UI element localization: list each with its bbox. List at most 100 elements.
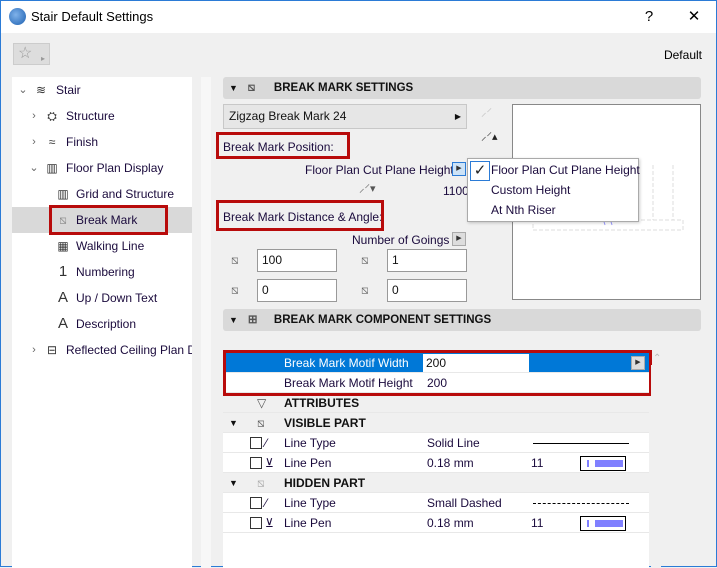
- collapse-triangle-icon: ▼: [229, 478, 238, 488]
- close-button[interactable]: ✕: [679, 5, 709, 29]
- break-mark-type-dropdown[interactable]: Zigzag Break Mark 24 ▶: [223, 104, 467, 129]
- highlight-box: [223, 350, 652, 396]
- tree-item-structure[interactable]: › ⛭ Structure: [12, 103, 192, 129]
- pen-icon: ⊻: [265, 516, 274, 530]
- preset-name: Default: [663, 48, 702, 62]
- row-label: Line Type: [284, 436, 336, 450]
- list-row-line-pen[interactable]: ⊻ Line Pen 0.18 mm 11: [223, 513, 649, 533]
- dashed-line-preview: [533, 503, 629, 504]
- grid-icon: ▥: [57, 187, 69, 201]
- height-value: 1100: [443, 184, 469, 198]
- tree-label: Description: [76, 317, 137, 331]
- group-title: VISIBLE PART: [284, 416, 366, 430]
- finish-icon: ≈: [48, 135, 56, 149]
- tree-item-reflected-ceiling-plan[interactable]: › ⊟ Reflected Ceiling Plan Di: [12, 337, 192, 363]
- collapse-triangle-icon: ▼: [229, 315, 238, 325]
- tree-label: Finish: [66, 135, 99, 149]
- numbering-icon: 1: [58, 263, 68, 280]
- chevron-down-icon[interactable]: ⌄: [18, 77, 28, 103]
- scroll-up-arrow-icon[interactable]: ⌃: [653, 353, 661, 364]
- break-mark-style-icon-2[interactable]: ⸝⸍▴: [481, 129, 498, 144]
- attributes-header: ▽ ATTRIBUTES: [223, 393, 649, 413]
- component-settings-header[interactable]: ▼ ⊞ BREAK MARK COMPONENT SETTINGS: [223, 309, 701, 331]
- distance-input[interactable]: 100: [257, 249, 337, 272]
- menu-item-floor-plan-cut-plane-height[interactable]: Floor Plan Cut Plane Height: [491, 163, 640, 177]
- checkbox[interactable]: [250, 517, 262, 529]
- tree-item-finish[interactable]: › ≈ Finish: [12, 129, 192, 155]
- walking-line-icon: ▦: [57, 239, 69, 253]
- break-mark-icon: ⧅: [257, 476, 265, 490]
- row-label: Line Pen: [284, 456, 332, 470]
- highlight-box: [49, 205, 168, 235]
- line-type-icon: ⁄: [265, 436, 268, 450]
- tree-label: Structure: [66, 109, 115, 123]
- checkbox[interactable]: [250, 497, 262, 509]
- collapse-triangle-icon: ▼: [229, 83, 238, 93]
- attributes-icon: ▽: [257, 396, 267, 410]
- list-row-line-pen[interactable]: ⊻ Line Pen 0.18 mm 11: [223, 453, 649, 473]
- tree-item-grid-and-structure[interactable]: ▥ Grid and Structure: [12, 181, 192, 207]
- offset-input[interactable]: 0: [257, 279, 337, 302]
- break-mark-icon: ⧅: [247, 82, 256, 94]
- chevron-right-icon[interactable]: ›: [29, 129, 39, 155]
- menu-item-custom-height[interactable]: Custom Height: [491, 183, 570, 197]
- stair-icon: ≋: [35, 83, 47, 97]
- dropdown-value: Zigzag Break Mark 24: [229, 109, 347, 123]
- floor-plan-icon: ▥: [46, 161, 58, 175]
- height-icon: ⸝⸍▾: [359, 183, 376, 195]
- pen-color-swatch[interactable]: [580, 456, 626, 471]
- settings-tree: ⌄ ≋ Stair › ⛭ Structure › ≈ Finish ⌄ ▥ Floor Pla…: [12, 77, 192, 568]
- position-dropdown-menu: ✓ Floor Plan Cut Plane Height Custom Hei…: [467, 158, 640, 222]
- tree-label: Floor Plan Display: [66, 161, 164, 175]
- component-icon: ⊞: [247, 314, 258, 326]
- checkbox[interactable]: [250, 457, 262, 469]
- offset-icon: ⧅: [231, 283, 239, 297]
- menu-item-at-nth-riser[interactable]: At Nth Riser: [491, 203, 556, 217]
- list-scrollbar[interactable]: [651, 365, 661, 568]
- pen-color-swatch[interactable]: [580, 516, 626, 531]
- row-label: Line Type: [284, 496, 336, 510]
- angle-icon: ⧅: [361, 283, 369, 297]
- help-button[interactable]: ?: [634, 5, 664, 29]
- solid-line-preview: [533, 443, 629, 444]
- pen-icon: ⊻: [265, 456, 274, 470]
- section-title: BREAK MARK SETTINGS: [273, 82, 414, 94]
- highlight-box: [216, 132, 350, 159]
- tree-label: Walking Line: [76, 239, 145, 253]
- tree-item-stair[interactable]: ⌄ ≋ Stair: [12, 77, 192, 103]
- section-title: BREAK MARK COMPONENT SETTINGS: [273, 314, 492, 326]
- goings-input[interactable]: 1: [387, 249, 467, 272]
- hidden-part-header[interactable]: ▼ ⧅ HIDDEN PART: [223, 473, 649, 493]
- structure-icon: ⛭: [47, 109, 57, 123]
- row-label: Line Pen: [284, 516, 332, 530]
- row-value: Small Dashed: [427, 496, 502, 510]
- group-title: HIDDEN PART: [284, 476, 366, 490]
- break-mark-icon: ⧅: [257, 416, 265, 430]
- list-row-line-type[interactable]: ⁄ Line Type Small Dashed: [223, 493, 649, 513]
- goings-menu-button[interactable]: ▶: [452, 232, 466, 246]
- angle-input[interactable]: 0: [387, 279, 467, 302]
- position-menu-button[interactable]: ▶: [452, 162, 466, 176]
- checkbox[interactable]: [250, 437, 262, 449]
- text-icon: A: [57, 289, 68, 306]
- chevron-down-icon[interactable]: ⌄: [29, 155, 39, 181]
- list-row-line-type[interactable]: ⁄ Line Type Solid Line: [223, 433, 649, 453]
- tree-item-numbering[interactable]: 1 Numbering: [12, 259, 192, 285]
- tree-item-up-down-text[interactable]: A Up / Down Text: [12, 285, 192, 311]
- break-mark-style-icon-1[interactable]: ⸝⸍: [481, 105, 492, 120]
- row-value: Solid Line: [427, 436, 480, 450]
- chevron-right-icon[interactable]: ›: [29, 337, 39, 363]
- visible-part-header[interactable]: ▼ ⧅ VISIBLE PART: [223, 413, 649, 433]
- group-title: ATTRIBUTES: [284, 396, 360, 410]
- tree-item-description[interactable]: A Description: [12, 311, 192, 337]
- pen-number: 11: [531, 456, 544, 470]
- tree-label: Reflected Ceiling Plan Di: [66, 343, 192, 357]
- tree-item-floor-plan-display[interactable]: ⌄ ▥ Floor Plan Display: [12, 155, 192, 181]
- break-mark-settings-header[interactable]: ▼ ⧅ BREAK MARK SETTINGS: [223, 77, 701, 99]
- chevron-right-icon[interactable]: ›: [29, 103, 39, 129]
- line-type-icon: ⁄: [265, 496, 268, 510]
- favorites-button[interactable]: ☆ ▸: [13, 43, 50, 65]
- tree-item-walking-line[interactable]: ▦ Walking Line: [12, 233, 192, 259]
- row-value: 0.18 mm: [427, 456, 474, 470]
- goings-label: Number of Goings: [352, 233, 450, 247]
